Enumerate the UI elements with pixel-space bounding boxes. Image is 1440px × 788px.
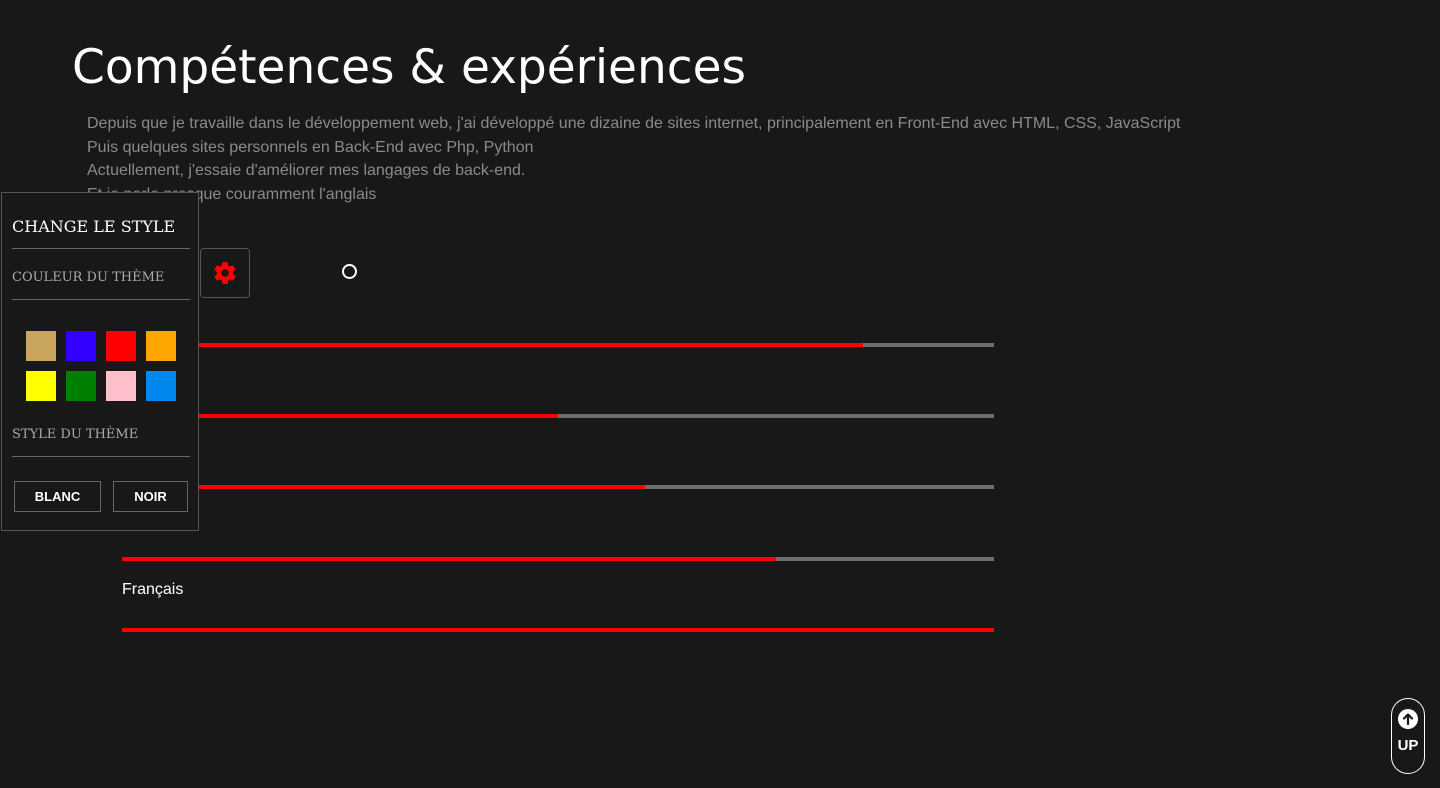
theme-style-heading: STYLE DU THÈME (12, 427, 139, 442)
color-swatch-gold[interactable] (26, 331, 56, 361)
style-switcher-toggle[interactable] (200, 248, 250, 298)
color-swatch-light-blue[interactable] (146, 371, 176, 401)
color-swatch-green[interactable] (66, 371, 96, 401)
page: Compétences & expériences Depuis que je … (0, 0, 1440, 788)
color-swatch-yellow[interactable] (26, 371, 56, 401)
skill-bar-francais (122, 628, 994, 632)
intro-line: Actuellement, j'essaie d'améliorer mes l… (87, 162, 526, 179)
theme-color-heading: COULEUR DU THÈME (12, 270, 165, 285)
skill-bar-fill (122, 485, 646, 489)
intro-line: Et je parle presque couramment l'anglais (87, 185, 377, 203)
style-switcher-panel: CHANGE LE STYLE COULEUR DU THÈME STYLE D… (1, 192, 199, 531)
color-swatch-pink[interactable] (106, 371, 136, 401)
skill-bar-3 (122, 485, 994, 489)
gear-icon (214, 262, 236, 284)
divider (12, 456, 190, 457)
color-swatch-red[interactable] (106, 331, 136, 361)
intro-text: Depuis que je travaille dans le développ… (87, 112, 1287, 206)
intro-line: Puis quelques sites personnels en Back-E… (87, 138, 534, 156)
intro-line: Depuis que je travaille dans le développ… (87, 115, 1181, 132)
divider (12, 248, 190, 249)
cursor-ring (342, 264, 357, 279)
skill-bar-fill (122, 557, 776, 561)
page-title: Compétences & expériences (72, 40, 746, 95)
style-switcher-title: CHANGE LE STYLE (12, 217, 176, 236)
color-swatch-orange[interactable] (146, 331, 176, 361)
scroll-up-button[interactable]: UP (1391, 698, 1425, 774)
skill-bar-fill (122, 343, 864, 347)
scroll-up-label: UP (1397, 737, 1419, 754)
skill-bar-4 (122, 557, 994, 561)
skill-bar-1 (122, 343, 994, 347)
light-theme-button[interactable]: BLANC (14, 481, 101, 512)
divider (12, 299, 190, 300)
skill-label-francais: Français (122, 581, 184, 598)
skill-bar-fill (122, 628, 994, 632)
color-swatch-blue[interactable] (66, 331, 96, 361)
arrow-up-circle-icon (1398, 709, 1418, 729)
skill-bar-2 (122, 414, 994, 418)
dark-theme-button[interactable]: NOIR (113, 481, 188, 512)
